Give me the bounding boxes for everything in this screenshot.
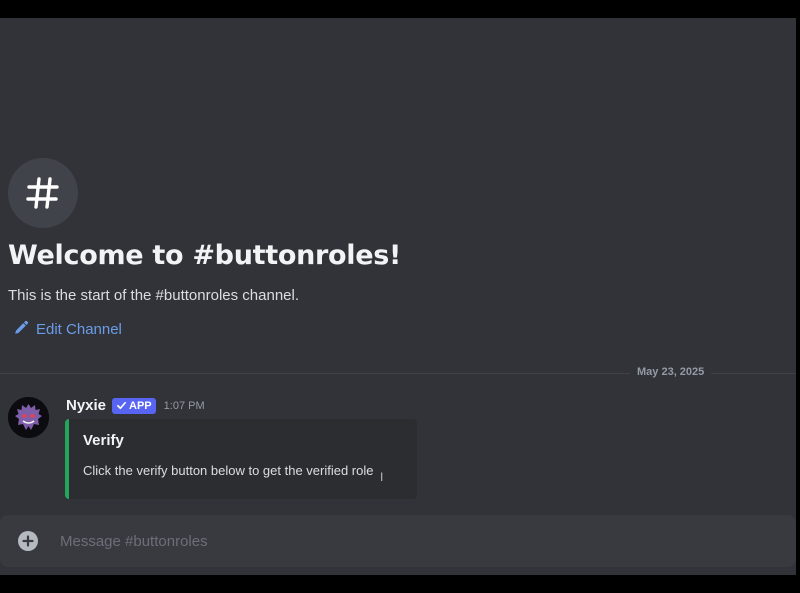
- app-badge-label: APP: [129, 399, 152, 412]
- username[interactable]: Nyxie: [66, 397, 106, 414]
- pencil-icon: [14, 320, 29, 339]
- avatar[interactable]: [8, 397, 49, 438]
- hashtag-icon: [8, 158, 78, 228]
- edit-channel-link[interactable]: Edit Channel: [14, 320, 122, 339]
- welcome-title: Welcome to #buttonroles!: [8, 240, 402, 271]
- message-input[interactable]: [60, 525, 760, 557]
- embed-title: Verify: [83, 432, 124, 449]
- timestamp[interactable]: 1:07 PM: [164, 400, 205, 412]
- embed: Verify Click the verify button below to …: [65, 419, 417, 499]
- date-divider-label: May 23, 2025: [630, 366, 712, 378]
- checkmark-icon: [117, 401, 127, 410]
- text-cursor-icon: I: [380, 470, 384, 484]
- edit-channel-label: Edit Channel: [36, 321, 122, 338]
- message-header: Nyxie APP 1:07 PM: [66, 397, 205, 414]
- app-badge: APP: [112, 397, 156, 414]
- plus-icon: [22, 535, 34, 547]
- add-attachment-button[interactable]: [18, 531, 38, 551]
- message-composer: [0, 515, 796, 567]
- welcome-subtitle: This is the start of the #buttonroles ch…: [8, 287, 299, 304]
- ghost-creature-icon: [8, 397, 49, 438]
- chat-window: Welcome to #buttonroles! This is the sta…: [0, 18, 796, 575]
- embed-description: Click the verify button below to get the…: [83, 463, 374, 478]
